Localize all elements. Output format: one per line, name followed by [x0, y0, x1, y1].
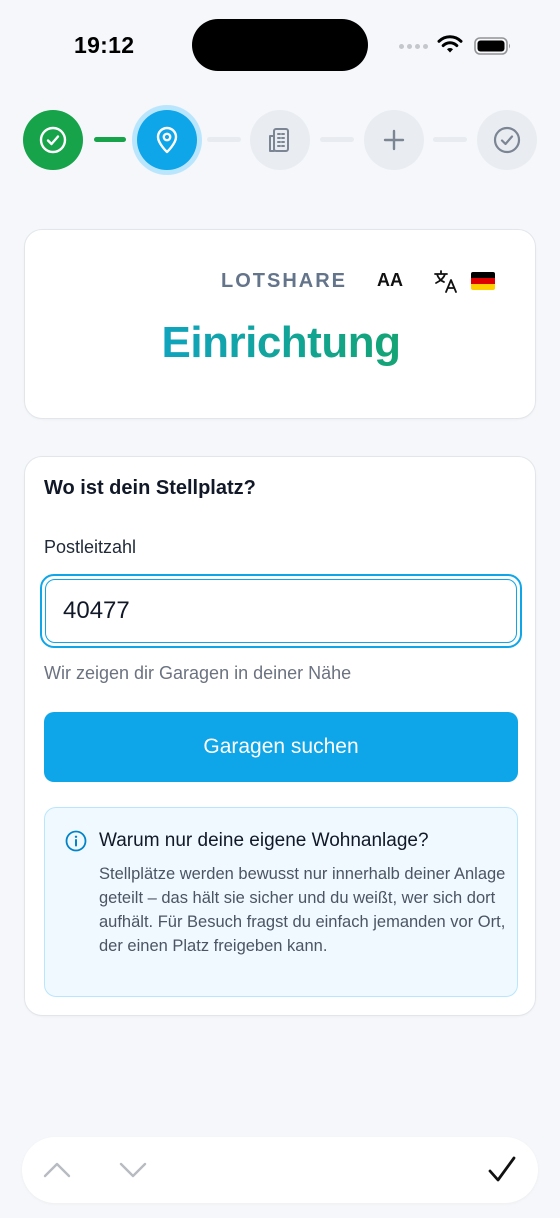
status-time: 19:12 — [74, 32, 135, 58]
battery-icon — [474, 37, 510, 55]
page-title: Einrichtung — [25, 318, 537, 368]
stepper-connector — [94, 137, 126, 142]
signal-icon — [399, 44, 429, 52]
info-box: Warum nur deine eigene Wohnanlage? Stell… — [44, 807, 518, 997]
check-circle-icon — [39, 126, 67, 154]
postal-code-label: Postleitzahl — [44, 537, 137, 557]
font-size-label: AA — [377, 270, 403, 290]
stepper-connector — [320, 137, 354, 142]
checkmark-icon[interactable] — [486, 1154, 518, 1186]
header-card: LOTSHARE AA Einrichtung — [24, 229, 536, 419]
location-form-card: Wo ist dein Stellplatz? Postleitzahl Wir… — [24, 456, 536, 1016]
info-title: Warum nur deine eigene Wohnanlage? — [99, 830, 429, 851]
postal-code-field — [40, 574, 522, 648]
stepper-connector — [207, 137, 241, 142]
wifi-icon — [437, 35, 463, 53]
form-question: Wo ist dein Stellplatz? — [44, 477, 256, 499]
building-icon — [269, 128, 289, 152]
setup-stepper — [0, 108, 560, 172]
plus-icon — [383, 129, 405, 151]
postal-code-input[interactable] — [45, 579, 517, 643]
stepper-connector — [433, 137, 467, 142]
info-body: Stellplätze werden bewusst nur innerhalb… — [99, 865, 506, 955]
status-bar: 19:12 — [0, 0, 560, 92]
keyboard-toolbar — [22, 1137, 538, 1203]
step-finish[interactable] — [477, 110, 537, 170]
translate-icon[interactable] — [433, 268, 459, 294]
dynamic-island — [192, 19, 368, 71]
brand-name: LOTSHARE — [221, 270, 347, 292]
step-location-active[interactable] — [137, 110, 197, 170]
font-size-button[interactable]: AA — [377, 270, 403, 291]
step-building[interactable] — [250, 110, 310, 170]
german-flag-icon[interactable] — [471, 272, 495, 290]
chevron-down-icon[interactable] — [118, 1158, 148, 1182]
info-icon — [65, 830, 87, 852]
map-pin-icon — [156, 126, 178, 154]
search-garages-button[interactable]: Garagen suchen — [44, 712, 518, 782]
check-circle-icon — [493, 126, 521, 154]
step-done[interactable] — [23, 110, 83, 170]
chevron-up-icon[interactable] — [42, 1158, 72, 1182]
step-add[interactable] — [364, 110, 424, 170]
postal-code-hint: Wir zeigen dir Garagen in deiner Nähe — [44, 663, 352, 683]
